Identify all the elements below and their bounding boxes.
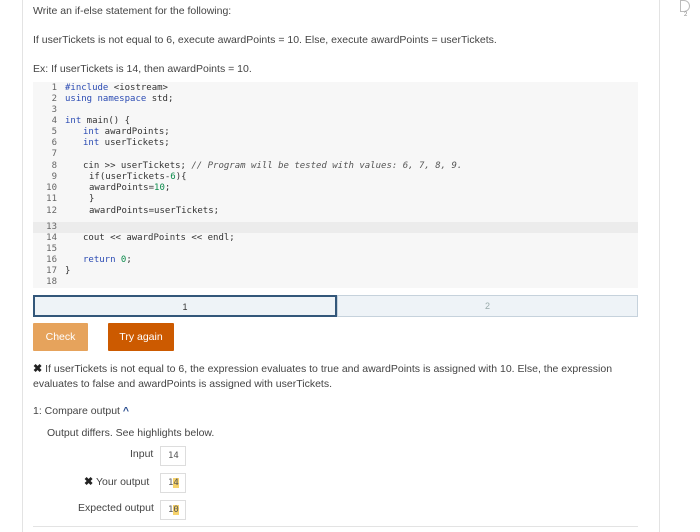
line-number: 18	[46, 277, 57, 287]
compare-status: Output differs. See highlights below.	[47, 427, 215, 439]
line-number: 6	[51, 138, 57, 148]
chevron-up-icon: ^	[122, 405, 130, 417]
code-line: int userTickets;	[83, 138, 170, 148]
progress-step-2[interactable]: 2	[337, 295, 638, 317]
line-number: 7	[51, 149, 57, 159]
code-line: if(userTickets-6){	[89, 172, 187, 182]
line-number: 9	[51, 172, 57, 182]
code-editor[interactable]: 1 2 3 4 5 6 7 8 9 10 11 12 13 14 15 16 1…	[33, 82, 638, 288]
code-line: using namespace std;	[65, 94, 174, 104]
code-line: #include <iostream>	[65, 83, 168, 93]
feedback-line-2: evaluates to false and awardPoints is as…	[33, 378, 333, 390]
line-number: 8	[51, 161, 57, 171]
x-mark-icon: ✖	[33, 363, 43, 375]
line-number: 5	[51, 127, 57, 137]
progress-step-1[interactable]: 1	[33, 295, 337, 317]
line-number: 14	[46, 233, 57, 243]
prompt-line-2: If userTickets is not equal to 6, execut…	[33, 34, 497, 46]
code-line: cin >> userTickets; // Program will be t…	[83, 161, 463, 171]
x-mark-icon: ✖	[84, 476, 94, 488]
line-number: 17	[46, 266, 57, 276]
line-gutter: 1 2 3 4 5 6 7 8 9 10 11 12 13 14 15 16 1…	[33, 82, 59, 288]
input-value: 14	[160, 446, 186, 466]
expected-output-label: Expected output	[78, 502, 154, 514]
code-line: int main() {	[65, 116, 131, 126]
line-number: 13	[46, 222, 57, 232]
line-number: 1	[51, 83, 57, 93]
line-number: 4	[51, 116, 57, 126]
code-line: int awardPoints;	[83, 127, 170, 137]
code-line: }	[65, 266, 71, 276]
feedback-line-1: ✖ If userTickets is not equal to 6, the …	[33, 363, 613, 375]
scroll-tab[interactable]	[680, 0, 690, 12]
code-line: awardPoints=userTickets;	[89, 206, 220, 216]
your-output-value: 14	[160, 473, 186, 493]
compare-output-toggle[interactable]: 1: Compare output ^	[33, 405, 129, 417]
code-line: }	[89, 194, 95, 204]
line-number: 15	[46, 244, 57, 254]
expected-output-value: 10	[160, 500, 186, 520]
line-number: 16	[46, 255, 57, 265]
divider	[33, 526, 638, 527]
corner-badge: 2	[684, 12, 688, 18]
active-line	[33, 222, 638, 233]
line-number: 10	[46, 183, 57, 193]
code-line: return 0;	[83, 255, 132, 265]
code-line: awardPoints=10;	[89, 183, 171, 193]
check-button[interactable]: Check	[33, 323, 88, 351]
line-number: 2	[51, 94, 57, 104]
try-again-button[interactable]: Try again	[108, 323, 174, 351]
prompt-line-3: Ex: If userTickets is 14, then awardPoin…	[33, 63, 252, 75]
line-number: 3	[51, 105, 57, 115]
code-line: cout << awardPoints << endl;	[83, 233, 235, 243]
line-number: 12	[46, 206, 57, 216]
prompt-line-1: Write an if-else statement for the follo…	[33, 5, 232, 17]
line-number: 11	[46, 194, 57, 204]
input-label: Input	[130, 448, 154, 460]
your-output-label: ✖ Your output	[84, 476, 150, 488]
